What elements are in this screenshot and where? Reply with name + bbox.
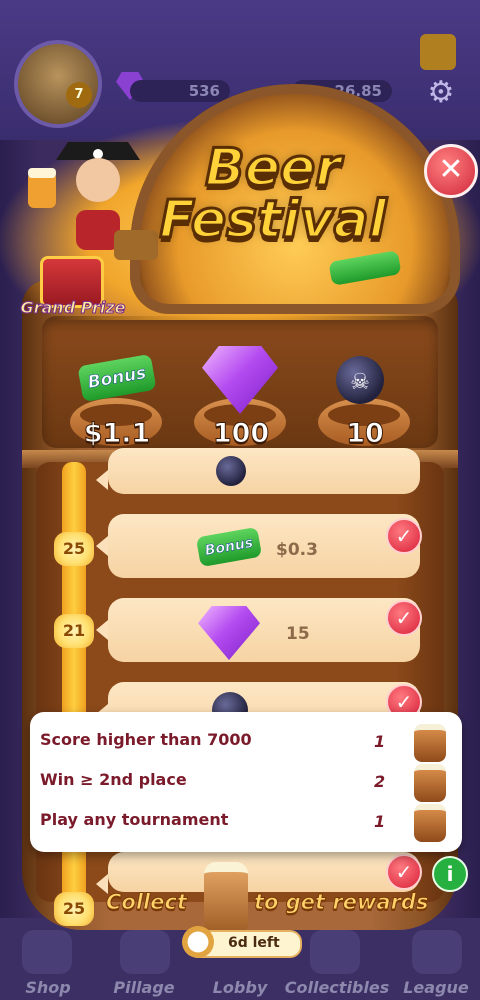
collectibles-icon[interactable] <box>310 930 360 974</box>
task-name: Score higher than 7000 <box>40 730 252 749</box>
milestone-row <box>96 514 420 578</box>
info-icon[interactable]: i <box>432 856 468 892</box>
beer-keg-icon <box>204 862 248 936</box>
grand-reward-value: 10 <box>346 418 385 450</box>
level-badge: 7 <box>66 82 92 108</box>
nav-league[interactable]: League <box>388 978 480 997</box>
milestone-row <box>96 448 420 494</box>
beer-mug-icon <box>414 764 446 802</box>
shop-icon[interactable] <box>22 930 72 974</box>
tasks-icon[interactable] <box>420 34 456 70</box>
task-panel: Score higher than 7000 1 Win ≥ 2nd place… <box>30 712 462 852</box>
collect-suffix: to get rewards <box>253 890 429 915</box>
avatar[interactable] <box>14 40 102 128</box>
grand-reward-value: 100 <box>212 418 270 450</box>
time-left-pill: 6d left <box>182 926 302 958</box>
collect-label: Collect <box>106 890 188 915</box>
gem-balance: 536 <box>130 80 230 102</box>
bomb-icon <box>216 456 246 486</box>
gear-icon[interactable]: ⚙ <box>424 76 458 110</box>
beer-mug-icon <box>414 724 446 762</box>
bomb-icon: ☠ <box>336 356 384 404</box>
milestone-level-badge: 25 <box>54 532 94 566</box>
task-name: Play any tournament <box>40 810 229 829</box>
milestone-row <box>96 852 420 894</box>
task-count: 1 <box>374 812 386 831</box>
current-level-badge: 25 <box>54 892 94 926</box>
nav-shop[interactable]: Shop <box>0 978 96 997</box>
close-button[interactable]: ✕ <box>424 144 478 198</box>
milestone-value: 15 <box>286 624 310 644</box>
event-title: Festival <box>158 189 388 252</box>
milestone-row <box>96 598 420 662</box>
task-count: 2 <box>374 772 386 791</box>
grand-prize-label: Grand Prize <box>20 298 126 318</box>
check-icon: ✓ <box>386 600 422 636</box>
time-left: 6d left <box>228 935 280 951</box>
milestone-level-badge: 21 <box>54 614 94 648</box>
nav-collectibles[interactable]: Collectibles <box>282 978 392 997</box>
nav-pillage[interactable]: Pillage <box>96 978 192 997</box>
task-name: Win ≥ 2nd place <box>40 770 187 789</box>
pillage-icon[interactable] <box>120 930 170 974</box>
grand-reward-value: $1.1 <box>83 418 151 450</box>
clock-icon <box>182 926 214 958</box>
nav-lobby[interactable]: Lobby <box>192 978 288 997</box>
beer-mug-icon <box>414 804 446 842</box>
check-icon: ✓ <box>386 854 422 890</box>
task-count: 1 <box>374 732 386 751</box>
milestone-value: $0.3 <box>276 540 318 560</box>
league-icon[interactable] <box>412 930 462 974</box>
event-title: Beer <box>204 137 343 200</box>
check-icon: ✓ <box>386 518 422 554</box>
